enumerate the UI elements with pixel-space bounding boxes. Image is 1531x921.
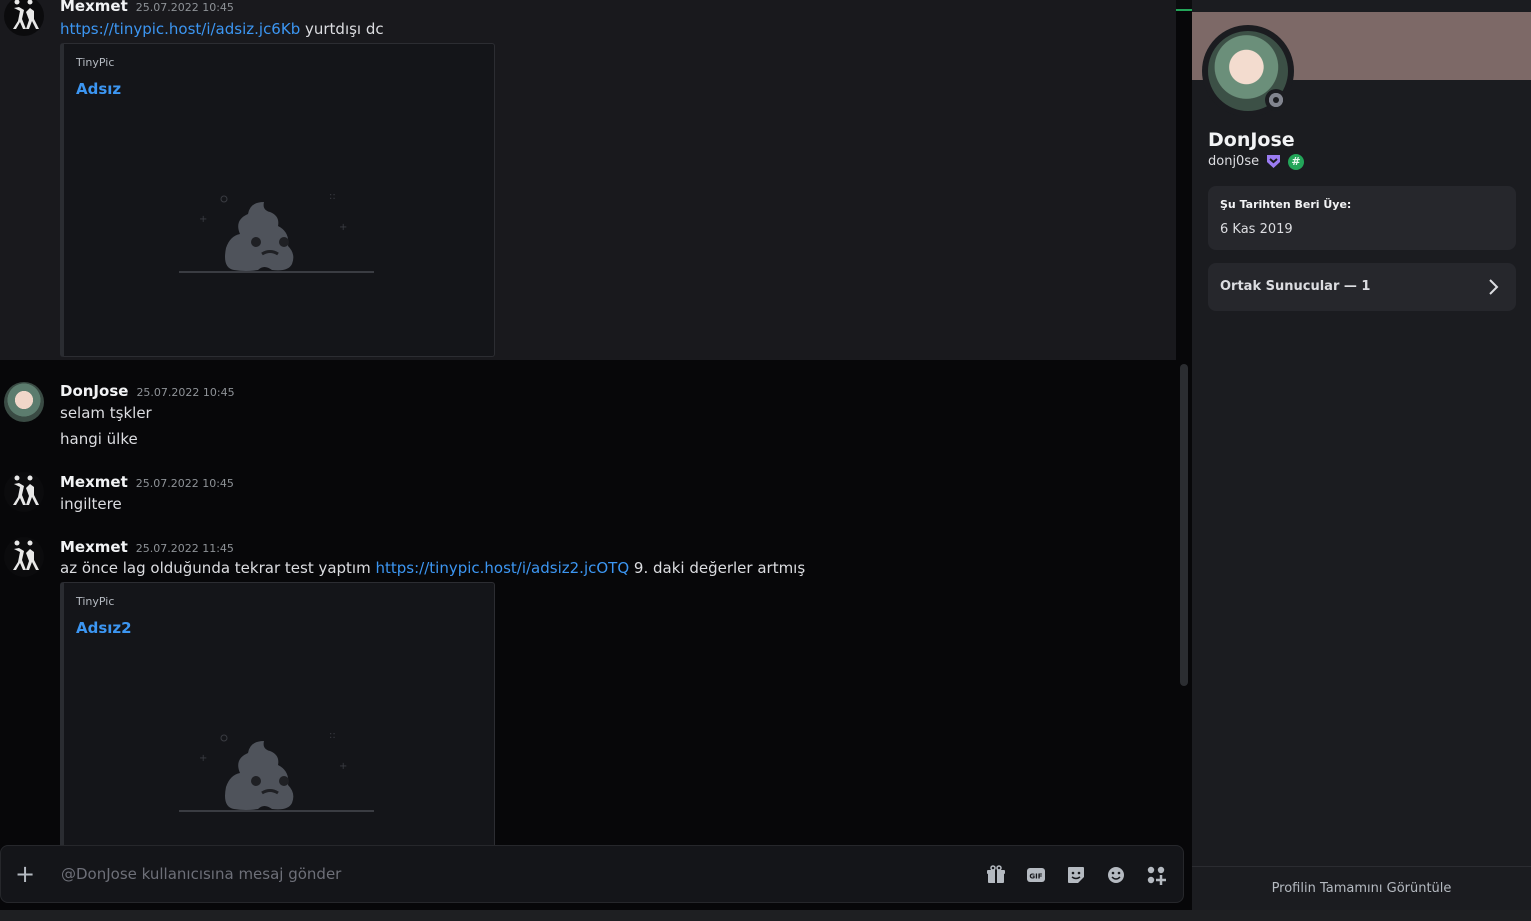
emoji-icon[interactable]	[1105, 864, 1127, 886]
chevron-right-icon	[1486, 277, 1500, 297]
message-content: az önce lag olduğunda tekrar test yaptım…	[60, 559, 805, 577]
message-timestamp: 25.07.2022 10:45	[136, 386, 235, 399]
message-text: selam tşkler	[60, 404, 152, 422]
embed-title[interactable]: Adsız2	[76, 619, 132, 637]
view-full-profile-button[interactable]: Profilin Tamamını Görüntüle	[1192, 866, 1531, 911]
message-author[interactable]: Mexmet 25.07.2022 10:45	[60, 473, 234, 491]
message-text: hangi ülke	[60, 430, 138, 448]
link-embed: TinyPic Adsız2 :: + +	[60, 582, 495, 845]
profile-username[interactable]: donj0se	[1208, 154, 1259, 169]
apps-icon[interactable]	[1145, 864, 1167, 886]
author-name[interactable]: Mexmet	[60, 473, 128, 491]
svg-text:+: +	[199, 753, 207, 764]
message-text: az önce lag olduğunda tekrar test yaptım	[60, 559, 371, 577]
author-name[interactable]: Mexmet	[60, 538, 128, 556]
chat-area: Mexmet 25.07.2022 10:45 https://tinypic.h…	[0, 0, 1176, 845]
status-offline-icon	[1265, 89, 1287, 111]
embed-title[interactable]: Adsız	[76, 80, 121, 98]
plus-icon[interactable]: +	[15, 862, 35, 886]
gif-icon[interactable]: GIF	[1025, 864, 1047, 886]
broken-image-icon: :: + +	[174, 711, 379, 825]
message-text: yurtdışı dc	[305, 20, 384, 38]
svg-text:+: +	[339, 222, 347, 233]
svg-text:::: ::	[329, 730, 336, 741]
profile-display-name: DonJose	[1208, 129, 1295, 151]
svg-text:+: +	[339, 761, 347, 772]
hypesquad-badge-icon[interactable]	[1266, 154, 1281, 169]
svg-text:+: +	[199, 214, 207, 225]
embed-provider[interactable]: TinyPic	[76, 595, 114, 608]
avatar[interactable]	[4, 382, 44, 422]
author-name[interactable]: Mexmet	[60, 0, 128, 15]
gift-icon[interactable]	[985, 864, 1007, 886]
hashtag-badge-icon[interactable]: #	[1288, 154, 1304, 170]
avatar[interactable]	[4, 472, 44, 512]
mutual-servers-button[interactable]: Ortak Sunucular — 1	[1208, 263, 1516, 311]
sticker-icon[interactable]	[1065, 864, 1087, 886]
member-since-value: 6 Kas 2019	[1220, 222, 1293, 237]
svg-text:::: ::	[329, 191, 336, 202]
message-text: ingiltere	[60, 495, 122, 513]
member-since-label: Şu Tarihten Beri Üye:	[1220, 198, 1352, 211]
message-link[interactable]: https://tinypic.host/i/adsiz2.jcOTQ	[376, 559, 630, 577]
message-content: https://tinypic.host/i/adsiz.jc6Kb yurtd…	[60, 20, 384, 38]
embed-provider[interactable]: TinyPic	[76, 56, 114, 69]
message-timestamp: 25.07.2022 11:45	[135, 542, 234, 555]
message-input[interactable]: @DonJose kullanıcısına mesaj gönder	[61, 865, 341, 883]
message-link[interactable]: https://tinypic.host/i/adsiz.jc6Kb	[60, 20, 300, 38]
message-timestamp: 25.07.2022 10:45	[135, 477, 234, 490]
message-composer: + @DonJose kullanıcısına mesaj gönder GI…	[0, 845, 1184, 903]
member-since-card: Şu Tarihten Beri Üye: 6 Kas 2019	[1208, 186, 1516, 250]
view-full-profile-label: Profilin Tamamını Görüntüle	[1271, 881, 1452, 896]
message-author[interactable]: DonJose 25.07.2022 10:45	[60, 382, 235, 400]
chat-scrollbar[interactable]	[1180, 364, 1188, 686]
avatar[interactable]	[4, 537, 44, 577]
link-embed: TinyPic Adsız :: + +	[60, 43, 495, 357]
message-timestamp: 25.07.2022 10:45	[135, 1, 234, 14]
svg-text:GIF: GIF	[1029, 873, 1042, 881]
author-name[interactable]: DonJose	[60, 382, 128, 400]
message-author[interactable]: Mexmet 25.07.2022 11:45	[60, 538, 234, 556]
message-text: 9. daki değerler artmış	[633, 559, 806, 577]
message-author[interactable]: Mexmet 25.07.2022 10:45	[60, 0, 234, 15]
mutual-servers-label: Ortak Sunucular — 1	[1220, 279, 1371, 294]
taskbar-strip	[0, 910, 1531, 921]
broken-image-icon: :: + +	[174, 172, 379, 286]
